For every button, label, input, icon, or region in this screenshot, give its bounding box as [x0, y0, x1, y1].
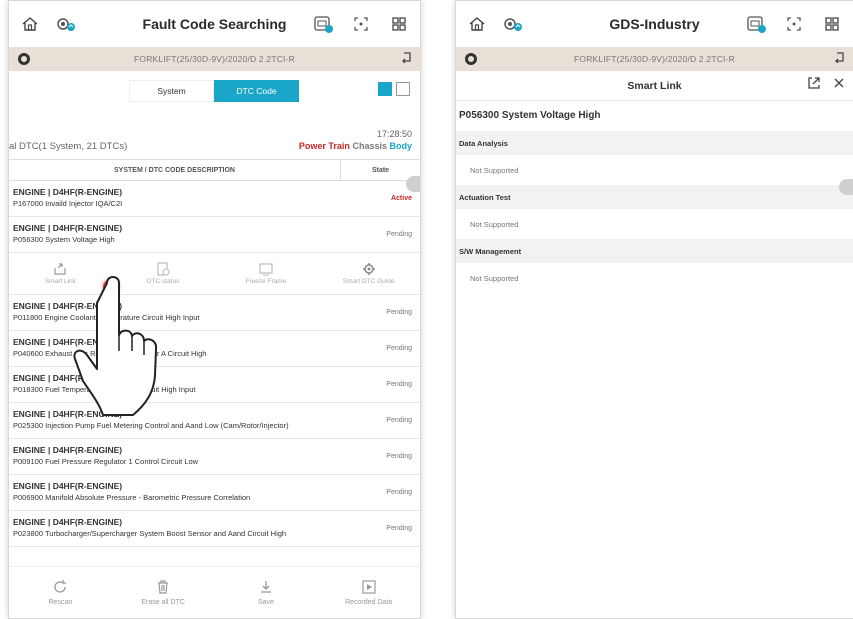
share-icon [54, 263, 66, 275]
fullscreen-icon[interactable] [350, 13, 372, 35]
pointing-hand-icon [73, 276, 158, 416]
row-ecu: ENGINE | D4HF(R-ENGINE) [13, 223, 123, 233]
vehicle-icon [464, 52, 478, 66]
dtc-summary: al DTC(1 System, 21 DTCs) [9, 141, 128, 152]
row-description: P056300 System Voltage High [13, 235, 115, 244]
table-row[interactable]: ENGINE | D4HF(R-ENGINE) P023800 Turbocha… [9, 511, 420, 547]
home-icon[interactable] [19, 13, 41, 35]
freeze-frame-button[interactable]: Freeze Frame [215, 253, 318, 294]
vci-connection-icon[interactable] [502, 13, 524, 35]
vehicle-info-icon[interactable] [745, 13, 767, 35]
data-analysis-value: Not Supported [470, 165, 519, 175]
vehicle-name: FORKLIFT(25/30D-9V)/2020/D 2.2TCI-R [134, 54, 295, 64]
selected-dtc: P056300 System Voltage High [459, 110, 601, 121]
row-description: P009100 Fuel Pressure Regulator 1 Contro… [13, 457, 199, 466]
erase-label: Erase all DTC [141, 599, 185, 606]
export-icon[interactable] [807, 76, 821, 95]
row-state: Pending [386, 381, 412, 388]
table-row[interactable]: ENGINE | D4HF(R-ENGINE) P006900 Manifold… [9, 475, 420, 511]
scroll-handle[interactable] [406, 176, 420, 192]
row-state: Pending [386, 345, 412, 352]
table-row[interactable]: ENGINE | D4HF(R-ENGINE) P009100 Fuel Pre… [9, 439, 420, 475]
row-ecu: ENGINE | D4HF(R-ENGINE) [13, 517, 123, 527]
header-description: SYSTEM / DTC CODE DESCRIPTION [114, 166, 235, 174]
sw-management-value: Not Supported [470, 273, 519, 283]
vehicle-bar: FORKLIFT(25/30D-9V)/2020/D 2.2TCI-R [456, 47, 853, 71]
vehicle-bar: FORKLIFT(25/30D-9V)/2020/D 2.2TCI-R [9, 47, 420, 71]
top-bar: GDS-Industry [456, 1, 853, 47]
recorded-data-label: Recorded Data [345, 599, 393, 606]
scroll-handle[interactable] [839, 179, 853, 195]
row-ecu: ENGINE | D4HF(R-ENGINE) [13, 481, 123, 491]
category-filter: Power Train Chassis Body [299, 141, 412, 151]
category-body[interactable]: Body [390, 141, 413, 151]
vehicle-name: FORKLIFT(25/30D-9V)/2020/D 2.2TCI-R [574, 54, 735, 64]
refresh-icon [54, 580, 67, 593]
section-data-analysis: Data Analysis [456, 131, 853, 155]
row-description: P167000 Invaild Injector IQA/C2I [13, 199, 123, 208]
smart-dtc-guide-label: Smart DTC Guide [342, 278, 395, 285]
smart-link-screen: GDS-Industry FORKLIFT(25/30D-9V)/2020/D … [455, 0, 853, 619]
row-state: Pending [386, 453, 412, 460]
row-state: Active [390, 195, 412, 202]
vehicle-info-icon[interactable] [312, 13, 334, 35]
close-icon[interactable] [833, 76, 845, 95]
rescan-label: Rescan [48, 599, 73, 606]
recorded-data-button[interactable]: Recorded Data [317, 567, 420, 618]
apps-grid-icon[interactable] [388, 13, 410, 35]
row-description: P006900 Manifold Absolute Pressure - Bar… [13, 493, 251, 502]
category-power-train[interactable]: Power Train [299, 141, 350, 151]
trash-icon [158, 580, 169, 594]
row-state: Pending [386, 525, 412, 532]
apps-grid-icon[interactable] [821, 13, 843, 35]
row-ecu: ENGINE | D4HF(R-ENGINE) [13, 187, 123, 197]
smart-link-header: Smart Link [456, 71, 853, 101]
row-state: Pending [386, 231, 412, 238]
home-icon[interactable] [466, 13, 488, 35]
tab-row: System DTC Code [9, 71, 420, 111]
fullscreen-icon[interactable] [783, 13, 805, 35]
recording-icon [362, 580, 376, 594]
table-row[interactable]: ENGINE | D4HF(R-ENGINE) P167000 Invaild … [9, 181, 420, 217]
save-label: Save [257, 599, 274, 606]
tab-dtc-code[interactable]: DTC Code [214, 80, 299, 102]
table-header: SYSTEM / DTC CODE DESCRIPTION State [9, 159, 420, 181]
vehicle-icon [17, 52, 31, 66]
smart-link-title: Smart Link [627, 79, 682, 92]
row-state: Pending [386, 309, 412, 316]
vci-connection-icon[interactable] [55, 13, 77, 35]
actuation-test-value: Not Supported [470, 219, 519, 229]
save-button[interactable]: Save [215, 567, 318, 618]
tab-system[interactable]: System [129, 80, 214, 102]
row-state: Pending [386, 489, 412, 496]
fault-code-screen: Fault Code Searching FORKLIFT(25/30D-9V)… [8, 0, 421, 619]
table-row-selected[interactable]: ENGINE | D4HF(R-ENGINE) P056300 System V… [9, 217, 420, 253]
view-toggle [378, 82, 410, 96]
freeze-frame-label: Freeze Frame [245, 278, 287, 285]
category-chassis[interactable]: Chassis [352, 141, 387, 151]
smart-dtc-guide-button[interactable]: Smart DTC Guide [317, 253, 420, 294]
top-bar: Fault Code Searching [9, 1, 420, 47]
back-icon[interactable] [833, 50, 845, 68]
gear-icon [362, 263, 375, 275]
bottom-toolbar: Rescan Erase all DTC Save Recorded Data [9, 566, 420, 618]
row-description: P023800 Turbocharger/Supercharger System… [13, 529, 287, 538]
grid-view-icon[interactable] [396, 82, 410, 96]
scan-time: 17:28:50 [376, 129, 412, 139]
list-view-icon[interactable] [378, 82, 392, 96]
monitor-icon [259, 263, 273, 276]
section-actuation-test: Actuation Test [456, 185, 853, 209]
back-icon[interactable] [400, 50, 412, 68]
section-sw-management: S/W Management [456, 239, 853, 263]
erase-all-dtc-button[interactable]: Erase all DTC [112, 567, 215, 618]
row-ecu: ENGINE | D4HF(R-ENGINE) [13, 445, 123, 455]
row-state: Pending [386, 417, 412, 424]
download-icon [260, 581, 271, 593]
rescan-button[interactable]: Rescan [9, 567, 112, 618]
